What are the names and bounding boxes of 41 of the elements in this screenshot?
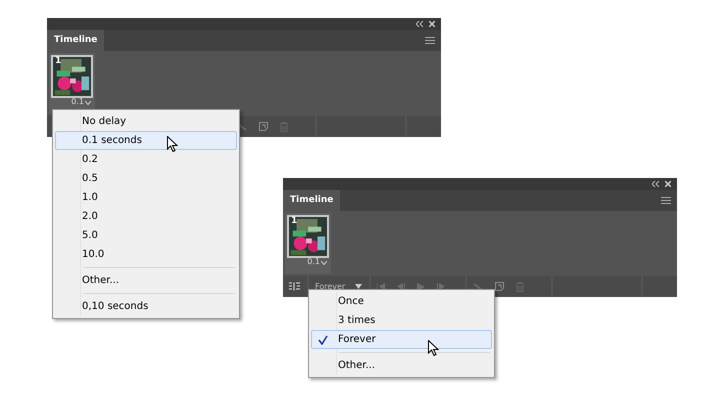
menu-item[interactable]: 0.2 [55,150,237,169]
new-frame-icon[interactable] [495,282,504,292]
menu-item[interactable]: 1.0 [55,188,237,207]
menu-item[interactable]: Other... [311,356,492,375]
collapse-icon[interactable] [652,180,659,187]
chevron-down-icon[interactable] [85,100,91,105]
menu-item[interactable]: 0.5 [55,169,237,188]
frame-number: 1 [291,217,298,228]
chevron-down-icon[interactable] [321,260,327,265]
menu-item[interactable]: No delay [55,112,237,131]
tween-icon[interactable] [473,282,483,291]
play-icon[interactable] [417,282,425,291]
close-icon[interactable] [665,180,671,187]
frame-thumbnail[interactable]: 1 [51,55,93,98]
close-icon[interactable] [429,20,435,27]
checkmark-icon [318,335,328,345]
menu-item[interactable]: 5.0 [55,226,237,245]
menu-item[interactable]: 0.1 seconds [55,131,237,150]
menu-item[interactable]: 10.0 [55,245,237,264]
menu-item[interactable]: 0,10 seconds [55,297,237,316]
panel-tab[interactable]: Timeline [47,30,104,52]
menu-item[interactable]: Forever [311,330,492,349]
loop-dropdown[interactable]: Forever [309,276,368,297]
frame-thumbnail[interactable]: 1 [287,215,329,258]
menu-icon[interactable] [425,37,435,44]
menu-item[interactable]: Other... [55,271,237,290]
layer-list-icon[interactable] [289,282,300,292]
new-frame-icon[interactable] [259,122,268,132]
mouse-pointer-icon [428,340,439,356]
mouse-pointer-icon [167,136,178,152]
menu-item[interactable]: 2.0 [55,207,237,226]
collapse-icon[interactable] [416,20,423,27]
first-frame-icon[interactable] [377,283,385,290]
frame-delay[interactable]: 0.1 [71,98,84,108]
next-frame-icon[interactable] [437,283,445,290]
menu-icon[interactable] [661,197,671,204]
panel-tab[interactable]: Timeline [283,190,340,212]
frame-number: 1 [55,57,62,68]
previous-frame-icon[interactable] [397,283,405,290]
frame-delay[interactable]: 0.1 [307,258,320,268]
menu-item[interactable]: 3 times [311,311,492,330]
